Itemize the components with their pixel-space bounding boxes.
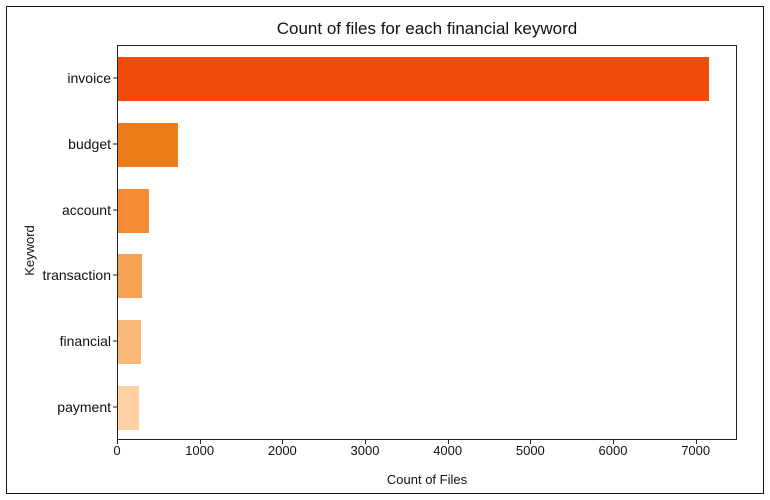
x-tick-mark — [117, 440, 118, 444]
bar-transaction — [118, 254, 142, 298]
x-tick-label: 0 — [113, 443, 120, 458]
x-tick-mark — [365, 440, 366, 444]
y-tick-label: payment — [57, 399, 111, 415]
y-axis-label-text: Keyword — [22, 225, 37, 276]
bar-budget — [118, 123, 178, 167]
x-tick-mark — [530, 440, 531, 444]
bar-account — [118, 189, 149, 233]
y-tick-label: account — [62, 202, 111, 218]
x-tick-label: 1000 — [185, 443, 214, 458]
x-tick-mark — [448, 440, 449, 444]
bar-financial — [118, 320, 141, 364]
x-tick-mark — [282, 440, 283, 444]
x-tick-label: 7000 — [681, 443, 710, 458]
y-tick-mark — [113, 407, 117, 408]
y-tick-label: invoice — [67, 70, 111, 86]
x-axis-label: Count of Files — [117, 472, 737, 487]
chart-frame: Count of files for each financial keywor… — [6, 6, 764, 494]
x-tick-mark — [696, 440, 697, 444]
y-tick-mark — [113, 209, 117, 210]
y-tick-mark — [113, 341, 117, 342]
y-tick-mark — [113, 143, 117, 144]
x-tick-label: 2000 — [268, 443, 297, 458]
y-axis-label: Keyword — [19, 7, 39, 493]
y-tick-label: transaction — [43, 267, 111, 283]
plot-area — [117, 45, 737, 440]
x-tick-mark — [613, 440, 614, 444]
y-tick-label: financial — [60, 333, 111, 349]
bar-payment — [118, 386, 139, 430]
y-tick-mark — [113, 77, 117, 78]
x-tick-mark — [200, 440, 201, 444]
x-tick-label: 4000 — [433, 443, 462, 458]
y-tick-label: budget — [68, 136, 111, 152]
y-tick-mark — [113, 275, 117, 276]
x-tick-label: 6000 — [599, 443, 628, 458]
bar-invoice — [118, 57, 709, 101]
x-tick-label: 3000 — [351, 443, 380, 458]
x-tick-label: 5000 — [516, 443, 545, 458]
chart-title: Count of files for each financial keywor… — [117, 19, 737, 39]
